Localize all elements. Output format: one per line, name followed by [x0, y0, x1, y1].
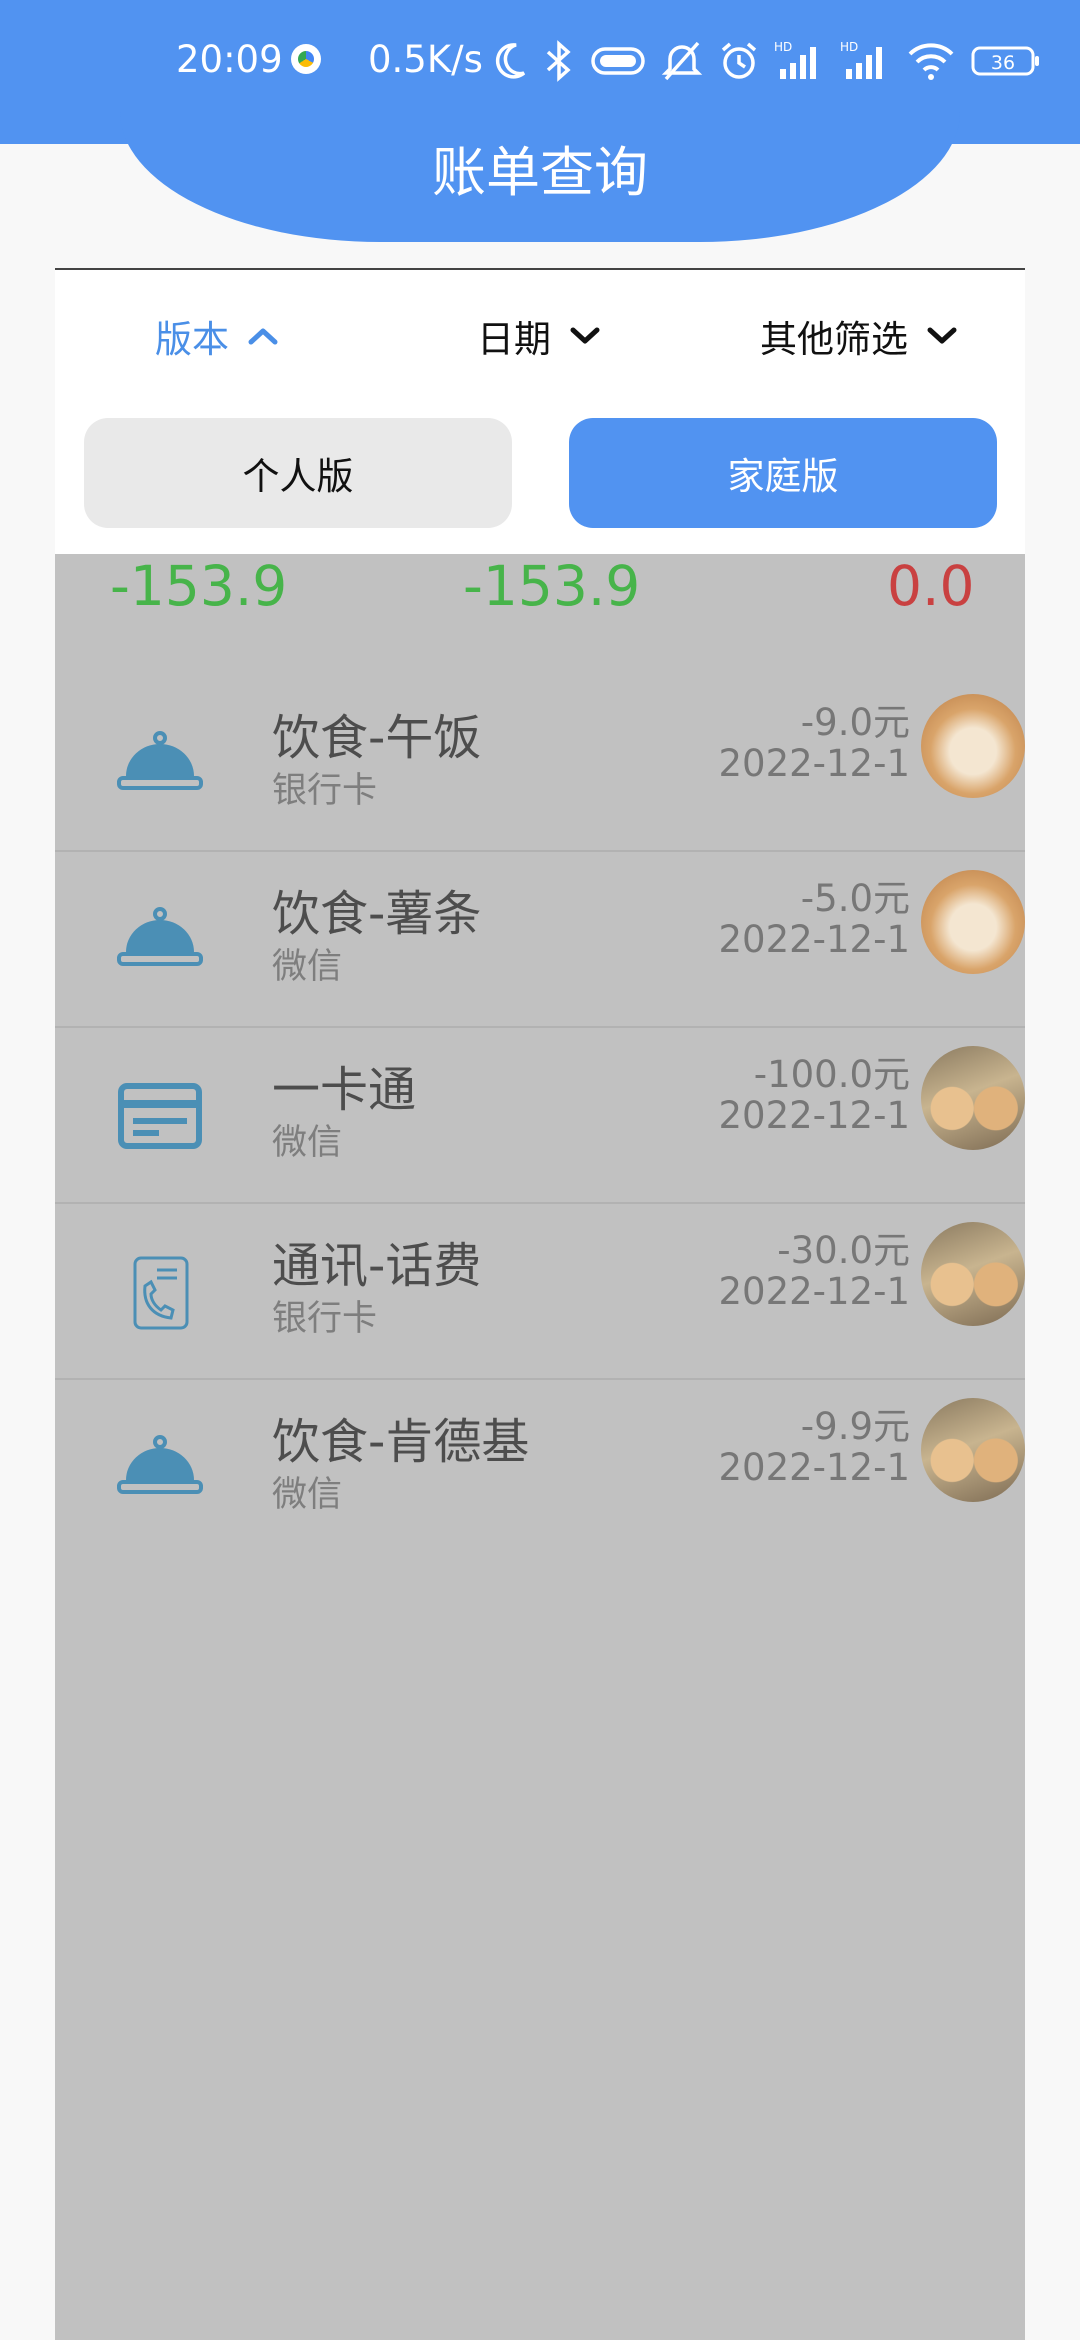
bill-row[interactable]: 饮食-肯德基 微信 -9.9元 2022-12-1	[55, 1380, 1025, 1554]
bill-payment-method: 微信	[272, 1475, 343, 1515]
moon-icon	[495, 43, 526, 79]
bill-date: 2022-12-1	[718, 1270, 911, 1313]
bill-amount: -9.0元	[800, 701, 910, 744]
battery-level: 36	[991, 52, 1015, 74]
personal-version-button[interactable]: 个人版	[84, 418, 512, 528]
food-cloche-icon	[117, 731, 203, 790]
chevron-down-icon	[927, 327, 957, 344]
app-badge-icon	[291, 44, 321, 74]
bill-row[interactable]: 饮食-午饭 银行卡 -9.0元 2022-12-1	[55, 676, 1025, 852]
filter-panel: 版本 日期 其他筛选 个人版 家庭版	[55, 268, 1025, 556]
status-time: 20:09	[176, 38, 283, 81]
page-title: 账单查询	[432, 141, 648, 204]
svg-text:HD: HD	[774, 40, 792, 54]
alarm-icon	[721, 42, 757, 79]
svg-text:HD: HD	[840, 40, 858, 54]
battery-icon: 36	[971, 46, 1039, 76]
bill-title: 通讯-话费	[272, 1238, 482, 1294]
wifi-icon	[908, 43, 954, 80]
filter-other-label: 其他筛选	[760, 318, 908, 361]
silent-icon	[661, 41, 703, 81]
chevron-up-icon	[248, 328, 278, 345]
bill-date: 2022-12-1	[718, 1094, 911, 1137]
bill-payment-method: 微信	[272, 947, 343, 987]
phone-bill-icon	[133, 1256, 189, 1330]
bill-date: 2022-12-1	[718, 1446, 911, 1489]
capsule-icon	[591, 47, 645, 75]
chevron-down-icon	[570, 327, 600, 344]
bill-payment-method: 微信	[272, 1123, 343, 1163]
bill-date: 2022-12-1	[718, 918, 911, 961]
filter-other[interactable]: 其他筛选	[760, 306, 958, 366]
food-cloche-icon	[117, 907, 203, 966]
avatar	[921, 1046, 1025, 1150]
filter-version[interactable]: 版本	[155, 306, 279, 366]
filter-date[interactable]: 日期	[477, 306, 601, 366]
filter-version-label: 版本	[155, 318, 229, 361]
avatar	[921, 694, 1025, 798]
status-icons: HD HD 36	[494, 36, 1042, 86]
network-speed: 0.5K/s	[368, 38, 483, 81]
bill-title: 饮食-薯条	[272, 886, 482, 942]
family-version-button[interactable]: 家庭版	[569, 418, 997, 528]
filter-date-label: 日期	[477, 318, 551, 361]
bill-list-overlay[interactable]: -153.9 -153.9 0.0 饮食-午饭 银行卡 -9.0元 2022-1…	[55, 554, 1025, 2340]
bill-row[interactable]: 通讯-话费 银行卡 -30.0元 2022-12-1	[55, 1204, 1025, 1380]
bill-amount: -9.9元	[800, 1405, 910, 1448]
bill-title: 饮食-午饭	[272, 710, 482, 766]
bill-date: 2022-12-1	[718, 742, 911, 785]
signal-hd-icon: HD	[840, 40, 882, 79]
summary-income: 0.0	[887, 554, 975, 618]
bill-row[interactable]: 一卡通 微信 -100.0元 2022-12-1	[55, 1028, 1025, 1204]
bill-payment-method: 银行卡	[272, 771, 378, 811]
food-cloche-icon	[117, 1435, 203, 1494]
bluetooth-icon	[546, 40, 571, 82]
summary-total: -153.9	[110, 554, 288, 618]
avatar	[921, 1398, 1025, 1502]
card-icon	[118, 1083, 202, 1149]
avatar	[921, 1222, 1025, 1326]
summary-expense: -153.9	[463, 554, 641, 618]
bill-amount: -100.0元	[753, 1053, 910, 1096]
bill-title: 一卡通	[272, 1062, 417, 1118]
signal-hd-icon: HD	[774, 40, 816, 79]
bill-title: 饮食-肯德基	[272, 1414, 530, 1470]
avatar	[921, 870, 1025, 974]
bill-payment-method: 银行卡	[272, 1299, 378, 1339]
bill-row[interactable]: 饮食-薯条 微信 -5.0元 2022-12-1	[55, 852, 1025, 1028]
bill-amount: -5.0元	[800, 877, 910, 920]
bill-amount: -30.0元	[777, 1229, 910, 1272]
